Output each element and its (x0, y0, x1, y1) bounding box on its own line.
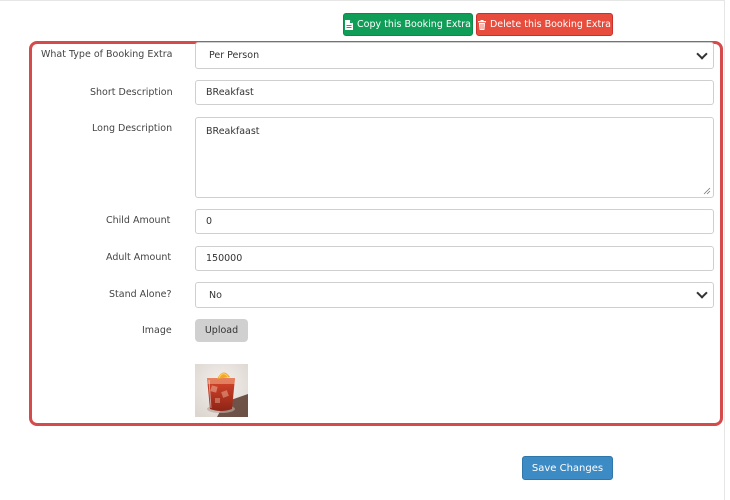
adult-amount-input[interactable]: 150000 (195, 246, 714, 271)
stand-alone-value: No (209, 289, 222, 301)
long-description-textarea[interactable]: BReakfaast (195, 117, 714, 198)
panel-top-border (0, 0, 725, 1)
chevron-down-icon (696, 287, 708, 299)
cocktail-image (195, 364, 248, 417)
adult-amount-value: 150000 (206, 253, 243, 264)
booking-extra-type-value: Per Person (209, 50, 260, 61)
child-amount-value: 0 (206, 216, 213, 227)
upload-button[interactable]: Upload (195, 319, 248, 342)
stand-alone-select[interactable]: No (195, 282, 714, 308)
trash-icon (477, 19, 486, 30)
image-label: Image (142, 325, 172, 336)
adult-amount-label: Adult Amount (106, 252, 172, 263)
short-description-label: Short Description (90, 87, 173, 98)
image-thumbnail (195, 364, 248, 417)
long-description-value: BReakfaast (206, 126, 260, 137)
delete-button-label: Delete this Booking Extra (489, 19, 612, 30)
copy-button-label: Copy this Booking Extra (357, 19, 471, 30)
copy-booking-extra-button[interactable]: Copy this Booking Extra (343, 13, 473, 36)
save-changes-button[interactable]: Save Changes (522, 456, 613, 480)
short-description-input[interactable]: BReakfast (195, 80, 714, 105)
child-amount-input[interactable]: 0 (195, 209, 714, 234)
resize-handle-icon[interactable] (703, 187, 711, 195)
delete-booking-extra-button[interactable]: Delete this Booking Extra (476, 13, 613, 36)
child-amount-label: Child Amount (106, 215, 171, 226)
type-label: What Type of Booking Extra (41, 49, 173, 60)
short-description-value: BReakfast (206, 87, 254, 98)
chevron-down-icon (696, 47, 708, 60)
file-icon (345, 19, 354, 30)
booking-extra-type-select[interactable]: Per Person (195, 42, 714, 69)
stand-alone-label: Stand Alone? (109, 289, 172, 300)
long-description-label: Long Description (92, 123, 173, 134)
panel-right-border (724, 0, 725, 500)
